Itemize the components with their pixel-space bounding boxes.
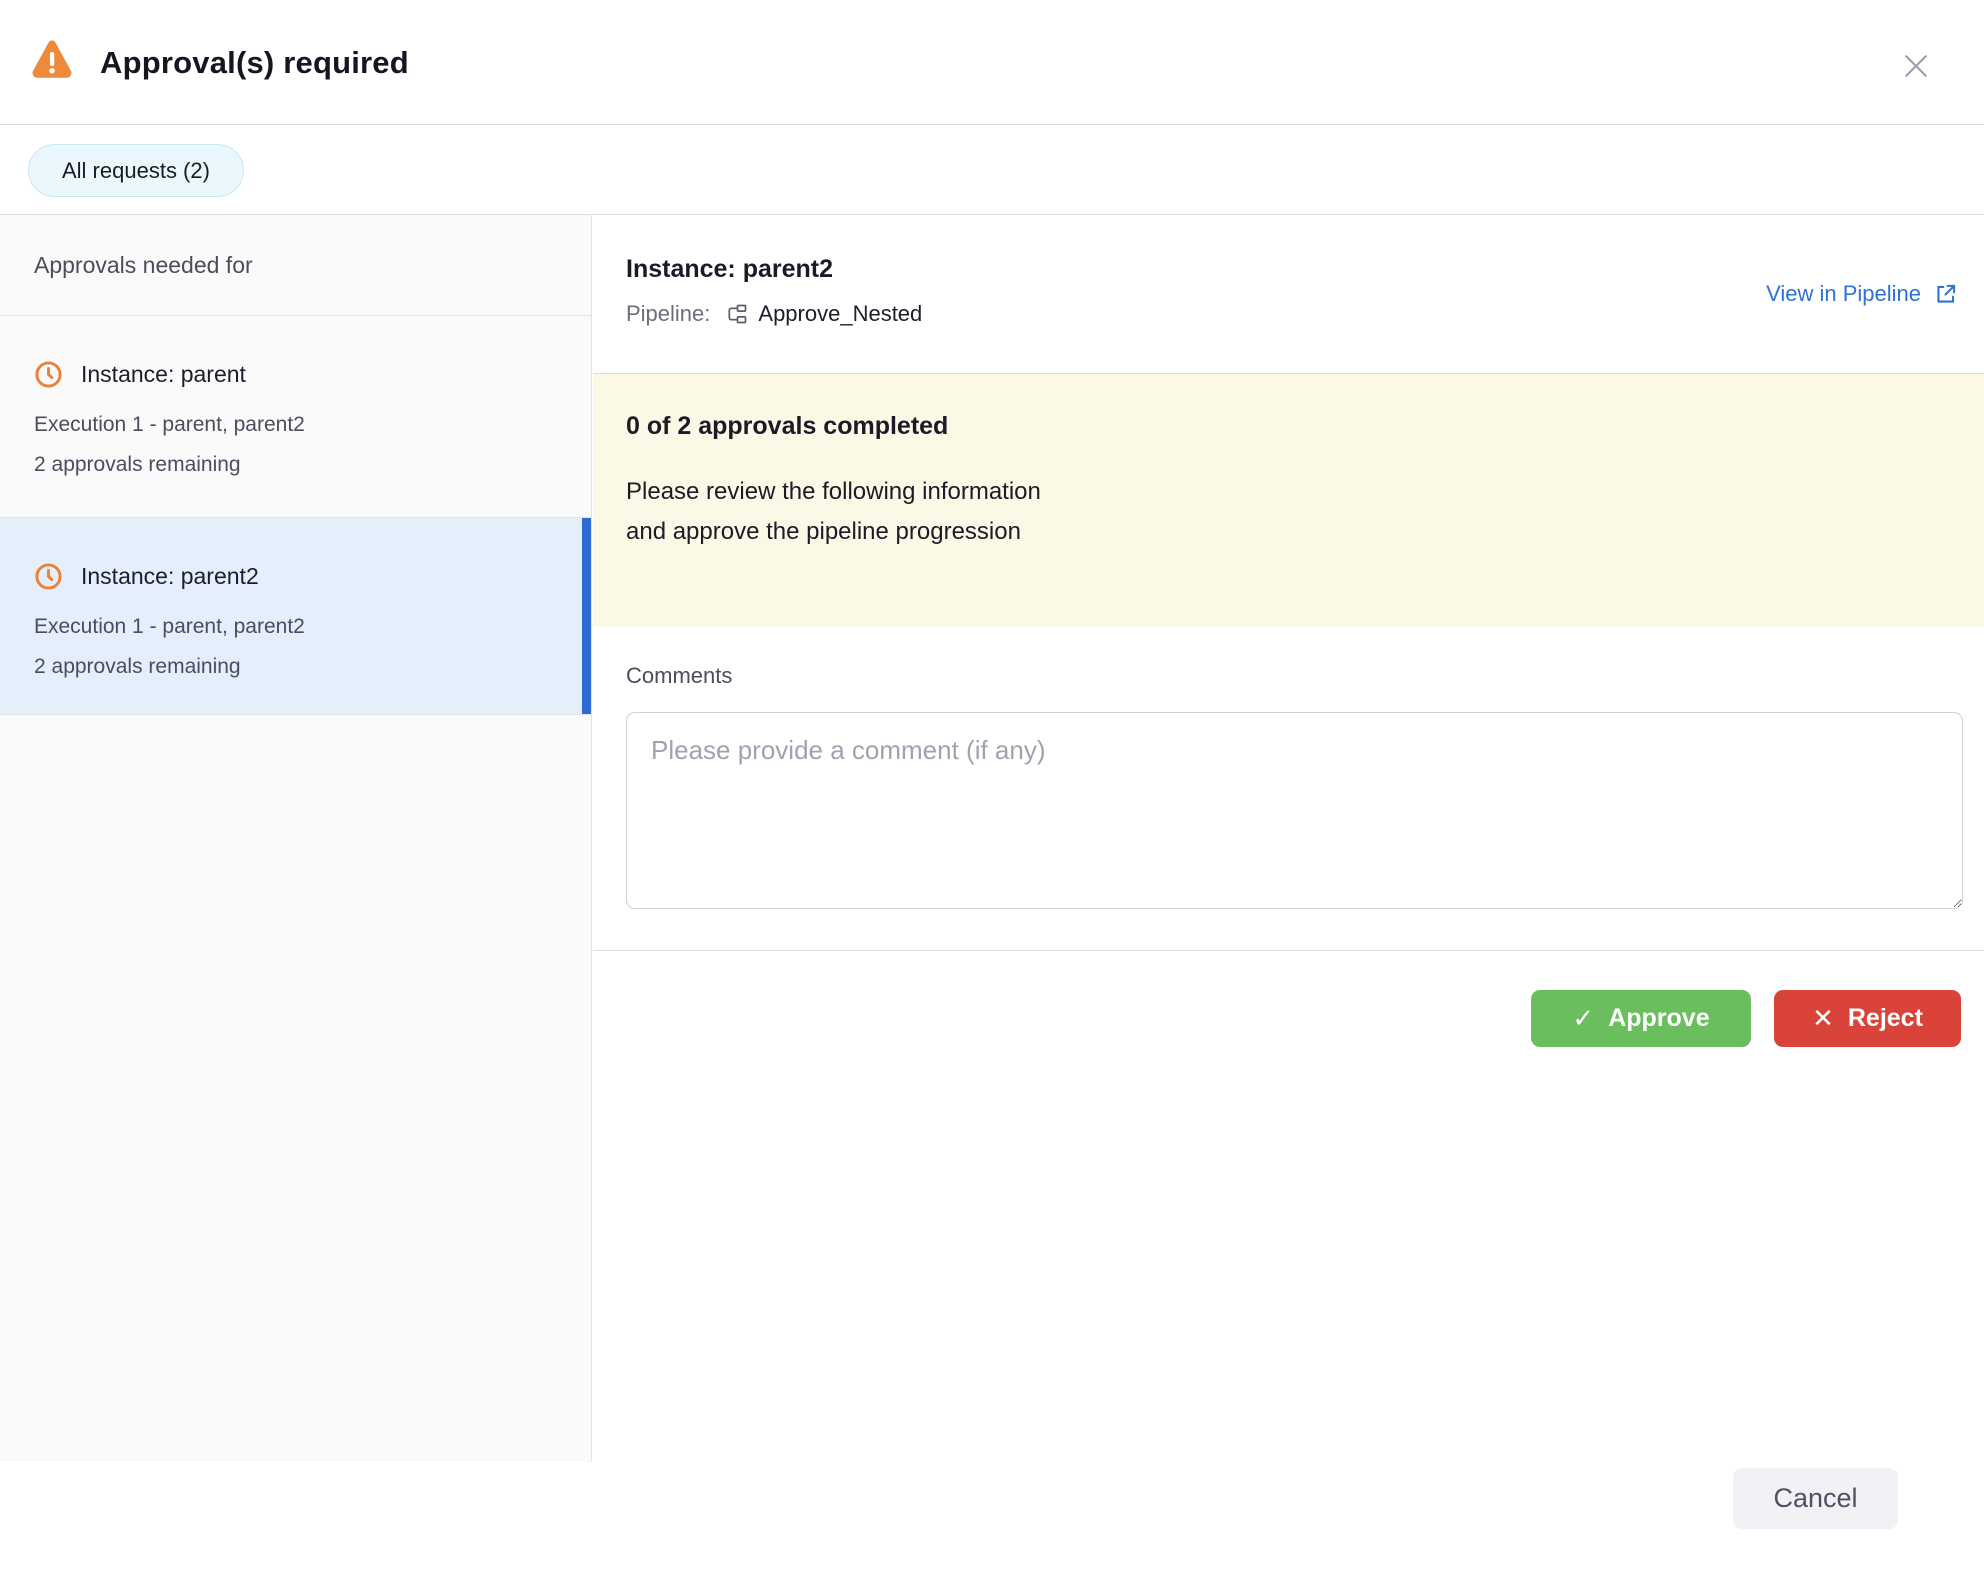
pipeline-icon	[724, 302, 748, 326]
detail-head: Instance: parent2 Pipeline: Approve_Nest…	[593, 215, 1984, 373]
approval-message: Please review the following information …	[626, 472, 1951, 552]
approval-item-remaining: 2 approvals remaining	[34, 453, 557, 477]
all-requests-pill[interactable]: All requests (2)	[28, 144, 244, 197]
approval-detail-pane: Instance: parent2 Pipeline: Approve_Nest…	[593, 215, 1984, 1588]
approve-button-label: Approve	[1608, 1004, 1709, 1033]
cross-icon: ✕	[1812, 1003, 1834, 1034]
pending-clock-icon	[34, 562, 63, 591]
instance-title: Instance: parent2	[626, 255, 833, 284]
approval-list-item-parent[interactable]: Instance: parent Execution 1 - parent, p…	[0, 316, 591, 518]
approval-status-text: 0 of 2 approvals completed	[626, 412, 1951, 441]
approval-item-title: Instance: parent	[81, 361, 246, 388]
pipeline-label: Pipeline:	[626, 301, 710, 327]
close-icon[interactable]	[1898, 48, 1934, 84]
comments-block: Comments	[593, 663, 1984, 909]
check-icon: ✓	[1572, 1003, 1594, 1034]
pending-clock-icon	[34, 360, 63, 389]
modal-title: Approval(s) required	[100, 0, 409, 125]
approval-item-remaining: 2 approvals remaining	[34, 655, 557, 679]
view-in-pipeline-label: View in Pipeline	[1766, 281, 1921, 307]
view-in-pipeline-link[interactable]: View in Pipeline	[1766, 281, 1959, 307]
sidebar-heading: Approvals needed for	[0, 215, 591, 316]
approval-list-item-parent2[interactable]: Instance: parent2 Execution 1 - parent, …	[0, 518, 591, 715]
reject-button-label: Reject	[1848, 1004, 1923, 1033]
reject-button[interactable]: ✕ Reject	[1774, 990, 1961, 1047]
approval-item-title: Instance: parent2	[81, 563, 259, 590]
comments-label: Comments	[626, 663, 1984, 689]
comment-input[interactable]	[626, 712, 1963, 909]
action-row: ✓ Approve ✕ Reject	[593, 951, 1984, 1051]
filter-row: All requests (2)	[0, 126, 1984, 215]
modal-header: Approval(s) required	[0, 0, 1984, 125]
approval-modal: Approval(s) required All requests (2) Ap…	[0, 0, 1984, 1588]
approval-item-execution: Execution 1 - parent, parent2	[34, 413, 557, 437]
pipeline-name: Approve_Nested	[758, 301, 922, 327]
approval-info-banner: 0 of 2 approvals completed Please review…	[593, 373, 1984, 627]
approval-item-execution: Execution 1 - parent, parent2	[34, 615, 557, 639]
external-link-icon	[1933, 281, 1959, 307]
cancel-button[interactable]: Cancel	[1733, 1468, 1898, 1529]
approval-message-line1: Please review the following information	[626, 472, 1951, 512]
approve-button[interactable]: ✓ Approve	[1531, 990, 1751, 1047]
approvals-sidebar: Approvals needed for Instance: parent Ex…	[0, 215, 592, 1462]
approval-message-line2: and approve the pipeline progression	[626, 512, 1951, 552]
pipeline-row: Pipeline: Approve_Nested	[626, 301, 922, 327]
warning-triangle-icon	[28, 36, 76, 84]
